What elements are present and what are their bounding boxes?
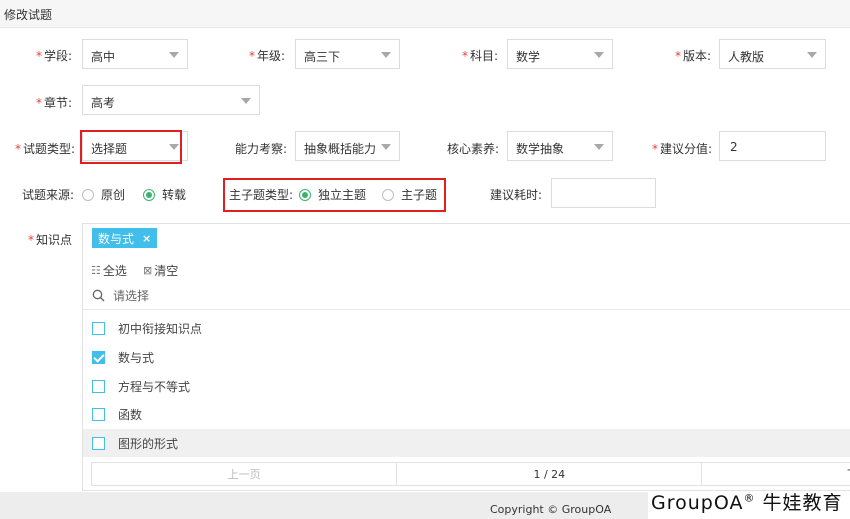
close-icon[interactable]: × — [142, 232, 151, 245]
prev-page-button[interactable]: 上一页 — [92, 463, 398, 485]
watermark: GroupOA® 牛娃教育 — [651, 491, 843, 514]
checkbox — [92, 321, 105, 335]
jianyi-fenzhi-label: * 建议分值: — [652, 142, 713, 156]
nianji-value: 高三下 — [304, 50, 341, 64]
hexin-suyang-label: 核心素养: — [447, 142, 500, 156]
chevron-down-icon — [381, 52, 391, 58]
search-icon — [92, 289, 105, 302]
pagination: 上一页 1 / 24 下 — [91, 462, 850, 486]
checkbox — [92, 436, 105, 450]
zhuziti-radio-duli[interactable]: 独立主题 — [299, 186, 366, 203]
chevron-down-icon — [594, 52, 604, 58]
radio-circle — [82, 188, 94, 201]
chevron-down-icon — [241, 98, 251, 104]
list-item[interactable]: 初中衔接知识点 — [83, 314, 850, 342]
shiti-laiyuan-label: 试题来源: — [22, 188, 75, 202]
chevron-down-icon — [381, 144, 391, 150]
select-all-button[interactable]: ☷ 全选 — [91, 262, 127, 279]
list-item[interactable]: 图形的形式 — [83, 429, 850, 457]
zhuziti-radio-zhuziti[interactable]: 主子题 — [382, 186, 437, 203]
checkbox-checked — [92, 350, 105, 364]
list-item[interactable]: 方程与不等式 — [83, 372, 850, 400]
list-item[interactable]: 数与式 — [83, 343, 850, 371]
shiti-leixing-label: * 试题类型: — [15, 142, 76, 156]
banben-select[interactable]: 人教版 — [719, 39, 826, 69]
nengli-kaocha-value: 抽象概括能力 — [304, 142, 377, 156]
zhuziti-leixing-label: 主子题类型: — [229, 188, 294, 202]
banben-label: * 版本: — [675, 49, 712, 63]
zhangjie-select[interactable]: 高考 — [82, 85, 260, 115]
hexin-suyang-select[interactable]: 数学抽象 — [507, 131, 613, 161]
kemu-value: 数学 — [516, 50, 541, 64]
nianji-select[interactable]: 高三下 — [295, 39, 400, 69]
nengli-kaocha-select[interactable]: 抽象概括能力 — [295, 131, 400, 161]
nengli-kaocha-label: 能力考察: — [235, 142, 288, 156]
copyright-text: Copyright © GroupOA — [490, 503, 612, 516]
radio-circle-selected — [299, 188, 311, 201]
search-input[interactable]: 请选择 — [92, 287, 149, 304]
selected-tag: 数与式 × — [92, 228, 158, 248]
laiyuan-radio-zhuanzai[interactable]: 转载 — [143, 186, 186, 203]
chevron-down-icon — [169, 52, 179, 58]
highlight-box — [80, 130, 182, 164]
clear-button[interactable]: ⊠ 清空 — [143, 262, 178, 279]
title-bar: 修改试题 — [0, 0, 850, 28]
nianji-label: * 年级: — [249, 49, 286, 63]
jianyi-fenzhi-input[interactable]: 2 — [719, 131, 826, 161]
xueduan-value: 高中 — [91, 50, 116, 64]
clear-icon: ⊠ — [143, 264, 153, 277]
checkbox — [92, 379, 105, 393]
list-check-icon: ☷ — [91, 264, 101, 277]
jianyi-haoshi-input[interactable] — [551, 178, 656, 208]
search-placeholder: 请选择 — [113, 289, 150, 303]
knowledge-point-panel: 数与式 × ☷ 全选 ⊠ 清空 请选择 初中衔接知识点 数与式 方程与不等式 函数 … — [82, 223, 850, 491]
footer: Copyright © GroupOA — [0, 492, 648, 519]
xueduan-label: * 学段: — [36, 49, 73, 63]
list-item[interactable]: 函数 — [83, 400, 850, 428]
laiyuan-radio-yuanchuang[interactable]: 原创 — [82, 186, 125, 203]
next-page-button[interactable]: 下 — [702, 463, 850, 485]
hexin-suyang-value: 数学抽象 — [516, 142, 565, 156]
xueduan-select[interactable]: 高中 — [82, 39, 188, 69]
banben-value: 人教版 — [728, 50, 765, 64]
chevron-down-icon — [807, 52, 817, 58]
chevron-down-icon — [594, 144, 604, 150]
radio-circle — [382, 188, 394, 201]
page-indicator: 1 / 24 — [397, 463, 703, 485]
page-title: 修改试题 — [4, 8, 53, 22]
jianyi-fenzhi-value: 2 — [730, 140, 738, 154]
zhangjie-value: 高考 — [91, 96, 116, 110]
kemu-select[interactable]: 数学 — [507, 39, 613, 69]
divider — [83, 309, 850, 310]
checkbox — [92, 407, 105, 421]
kemu-label: * 科目: — [462, 49, 499, 63]
jianyi-haoshi-label: 建议耗时: — [490, 188, 543, 202]
zhishidian-label: * 知识点 — [28, 233, 73, 247]
zhangjie-label: * 章节: — [36, 96, 73, 110]
radio-circle-selected — [143, 188, 155, 201]
